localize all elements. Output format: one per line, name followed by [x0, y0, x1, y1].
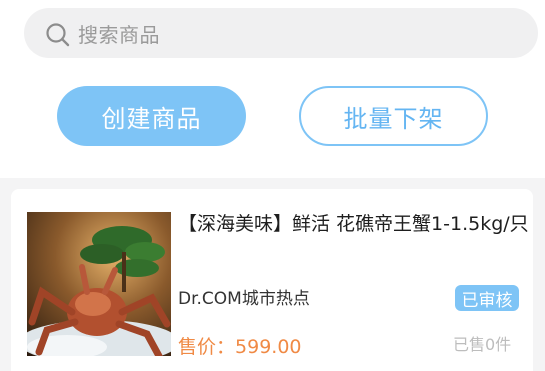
price-label: 售价：	[178, 336, 236, 358]
price-value: 599.00	[235, 336, 302, 358]
product-image[interactable]	[27, 212, 171, 356]
status-badge: 已审核	[455, 285, 519, 311]
search-input[interactable]: 搜索商品	[78, 19, 160, 48]
search-icon	[46, 23, 70, 47]
shop-name: Dr.COM城市热点	[178, 289, 310, 309]
bulk-offshelf-button[interactable]: 批量下架	[299, 86, 488, 146]
header-area: 搜索商品 创建商品 批量下架	[0, 0, 545, 178]
sold-count: 已售0件	[453, 335, 512, 354]
product-price: 售价：599.00	[178, 332, 302, 359]
product-title[interactable]: 【深海美味】鲜活 花礁帝王蟹1-1.5kg/只	[178, 210, 536, 239]
create-product-button[interactable]: 创建商品	[57, 86, 246, 146]
